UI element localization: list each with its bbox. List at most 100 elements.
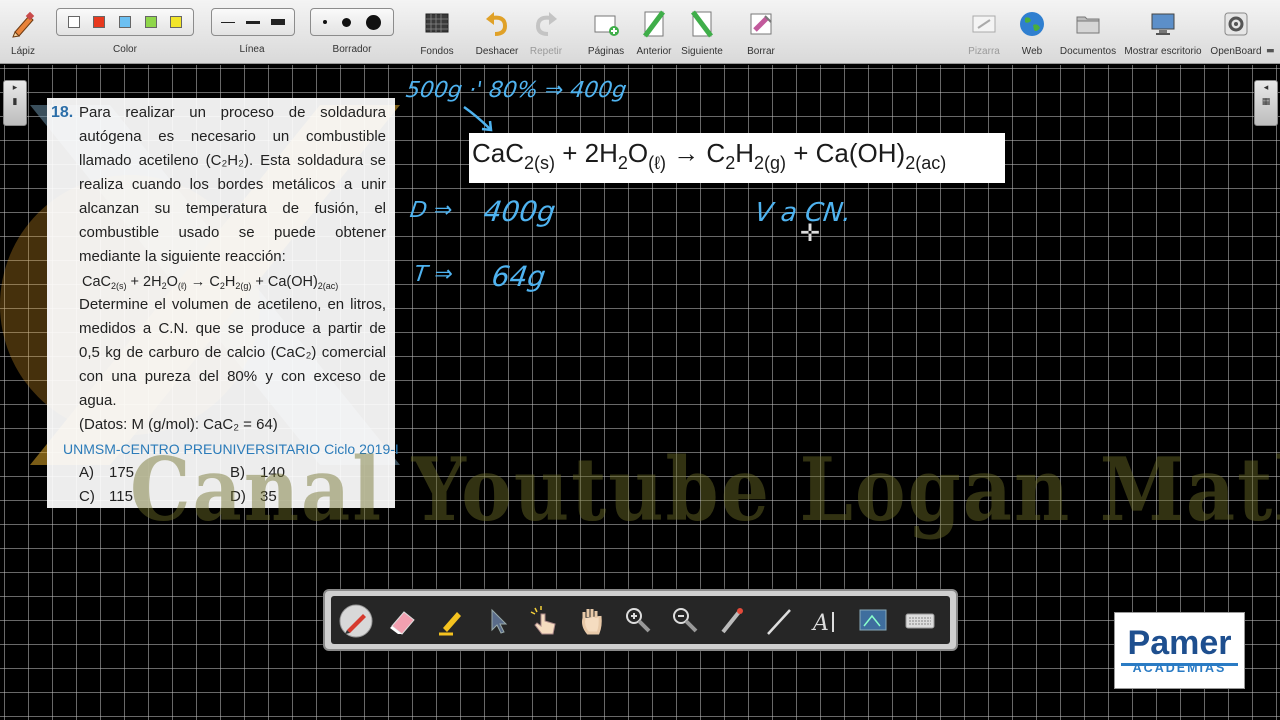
pencil-label: Lápiz bbox=[11, 46, 35, 57]
svg-text:A: A bbox=[811, 611, 829, 636]
highlighter-icon bbox=[439, 612, 461, 636]
laser-pointer-icon bbox=[721, 608, 743, 634]
main-toolbar: Lápiz Color Línea Borrador Fondos Deshac… bbox=[0, 0, 1280, 64]
hand-icon bbox=[582, 609, 602, 635]
backgrounds-icon bbox=[425, 13, 449, 33]
eraser-icon bbox=[390, 611, 415, 635]
zoom-out-tool[interactable] bbox=[668, 604, 702, 638]
interact-tool[interactable] bbox=[527, 604, 561, 638]
previous-page-button[interactable]: Anterior bbox=[631, 4, 677, 64]
line-icon bbox=[767, 609, 791, 635]
settings-icon bbox=[1224, 12, 1248, 36]
line-thick[interactable] bbox=[270, 19, 285, 25]
previous-page-label: Anterior bbox=[636, 46, 672, 57]
eraser-large[interactable] bbox=[366, 14, 382, 30]
thumbnails-icon: ▮ bbox=[12, 97, 18, 107]
next-page-label: Siguiente bbox=[681, 46, 723, 57]
text-tool[interactable]: A bbox=[809, 604, 843, 638]
eraser-medium[interactable] bbox=[341, 17, 351, 27]
line-width-picker[interactable] bbox=[211, 8, 295, 36]
problem-data: (Datos: M (g/mol): CaC₂ = 64) bbox=[79, 416, 278, 433]
backgrounds-button[interactable]: Fondos bbox=[414, 4, 460, 64]
problem-equation: CaC2(s) + 2H2O(ℓ) → C2H2(g) + Ca(OH)2(ac… bbox=[82, 274, 339, 291]
virtual-keyboard-tool[interactable] bbox=[903, 604, 937, 638]
eraser-small[interactable] bbox=[322, 20, 327, 24]
chevron-right-icon: ▸ bbox=[12, 83, 18, 93]
arrow-cursor-icon bbox=[491, 608, 508, 634]
laser-pointer-tool[interactable] bbox=[715, 604, 749, 638]
handwritten-line-3-label: T ⇒ bbox=[412, 262, 455, 287]
stylus-palette: A bbox=[323, 589, 958, 651]
highlighter-tool[interactable] bbox=[433, 604, 467, 638]
show-desktop-button[interactable]: Mostrar escritorio bbox=[1124, 4, 1202, 64]
previous-page-icon bbox=[643, 10, 665, 38]
backgrounds-label: Fondos bbox=[420, 46, 454, 57]
color-swatch-red[interactable] bbox=[93, 16, 106, 28]
logo-divider bbox=[1121, 663, 1238, 666]
zoom-in-icon bbox=[626, 608, 651, 633]
handwritten-arrow bbox=[463, 105, 493, 132]
capture-tool[interactable] bbox=[856, 604, 890, 638]
next-page-button[interactable]: Siguiente bbox=[679, 4, 725, 64]
board-icon bbox=[972, 15, 996, 33]
undo-label: Deshacer bbox=[475, 46, 519, 57]
logo-name: Pamer bbox=[1127, 624, 1232, 662]
pen-tool[interactable] bbox=[339, 604, 373, 638]
chevron-left-icon: ◂ bbox=[1263, 83, 1269, 93]
color-label: Color bbox=[113, 44, 137, 55]
openboard-label: OpenBoard bbox=[1210, 46, 1262, 57]
problem-question: Determine el volumen de acetileno, en li… bbox=[79, 296, 386, 409]
pencil-button[interactable]: Lápiz bbox=[0, 4, 46, 64]
capture-icon bbox=[859, 609, 887, 631]
hand-tool[interactable] bbox=[574, 604, 608, 638]
next-page-icon bbox=[691, 10, 713, 38]
folder-icon bbox=[1076, 16, 1100, 34]
text-icon: A bbox=[811, 611, 834, 636]
eraser-size-picker[interactable] bbox=[310, 8, 394, 36]
redo-icon bbox=[535, 12, 557, 36]
pencil-icon bbox=[12, 11, 35, 38]
line-thin[interactable] bbox=[221, 21, 236, 23]
show-desktop-label: Mostrar escritorio bbox=[1124, 46, 1202, 57]
handwritten-line-3-value: 64g bbox=[489, 260, 548, 293]
line-tool[interactable] bbox=[762, 604, 796, 638]
zoom-out-icon bbox=[673, 608, 698, 633]
redo-button[interactable]: Repetir bbox=[523, 4, 569, 64]
board-label: Pizarra bbox=[968, 46, 1000, 57]
zoom-in-tool[interactable] bbox=[621, 604, 655, 638]
stylus-palette-inner: A bbox=[331, 596, 950, 644]
color-picker[interactable] bbox=[56, 8, 194, 36]
undo-button[interactable]: Deshacer bbox=[474, 4, 520, 64]
color-swatch-white[interactable] bbox=[67, 16, 80, 28]
clear-label: Borrar bbox=[747, 46, 775, 57]
line-medium[interactable] bbox=[245, 20, 260, 24]
selector-tool[interactable] bbox=[480, 604, 514, 638]
collapse-toolbar-icon[interactable]: ▬ bbox=[1266, 46, 1275, 56]
color-swatch-blue[interactable] bbox=[118, 16, 131, 28]
pointing-hand-icon bbox=[530, 606, 556, 635]
line-label: Línea bbox=[239, 44, 265, 55]
problem-number: 18. bbox=[51, 104, 74, 121]
eraser-tool[interactable] bbox=[386, 604, 420, 638]
pamer-logo: Pamer ACADEMIAS bbox=[1114, 612, 1245, 689]
pages-button[interactable]: Páginas bbox=[583, 4, 629, 64]
color-swatch-green[interactable] bbox=[144, 16, 157, 28]
keyboard-icon bbox=[905, 613, 935, 629]
equation-box[interactable]: CaC2(s) + 2H2O(ℓ) → C2H2(g) + Ca(OH)2(ac… bbox=[469, 133, 1005, 183]
eraser-label: Borrador bbox=[332, 44, 372, 55]
web-button[interactable]: Web bbox=[1009, 4, 1055, 64]
color-swatch-yellow[interactable] bbox=[170, 16, 183, 28]
clear-button[interactable]: Borrar bbox=[738, 4, 784, 64]
right-sidebar-toggle[interactable]: ◂ ▦ bbox=[1254, 80, 1278, 126]
board-button[interactable]: Pizarra bbox=[961, 4, 1007, 64]
handwritten-line-1: 500g ·' 80% ⇒ 400g bbox=[404, 78, 629, 103]
clear-page-icon bbox=[750, 13, 772, 35]
add-page-icon bbox=[594, 15, 619, 36]
redo-label: Repetir bbox=[529, 46, 563, 57]
undo-icon bbox=[486, 12, 508, 36]
pen-tool-icon bbox=[339, 604, 373, 638]
documents-button[interactable]: Documentos bbox=[1060, 4, 1116, 64]
left-sidebar-toggle[interactable]: ▸ ▮ bbox=[3, 80, 27, 126]
openboard-button[interactable]: OpenBoard bbox=[1210, 4, 1262, 64]
handwritten-line-2-value: 400g bbox=[481, 195, 558, 228]
